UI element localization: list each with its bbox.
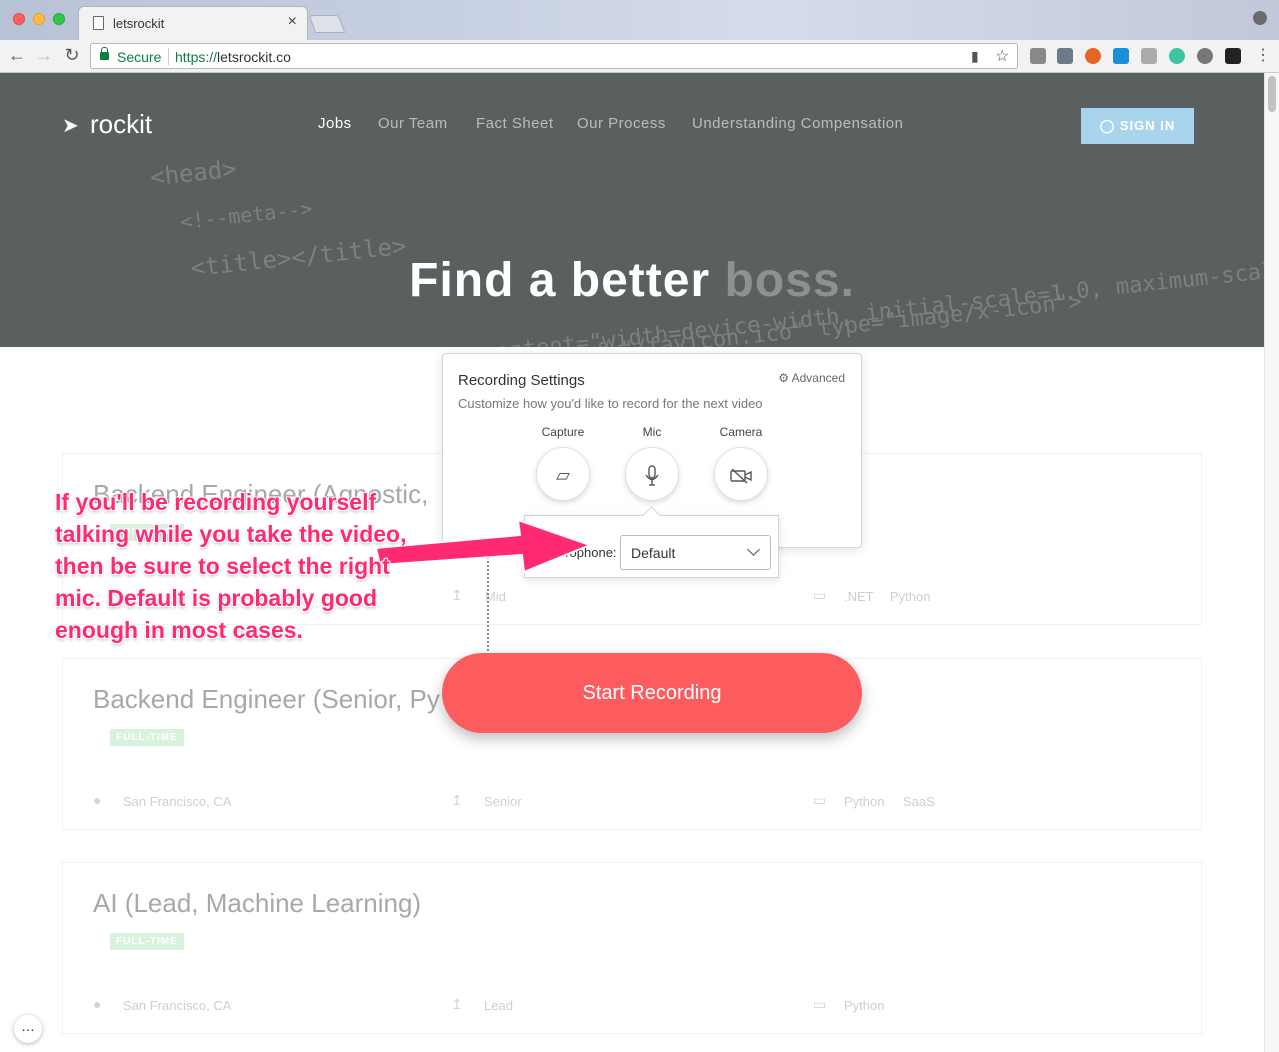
scrollbar-thumb[interactable]	[1268, 76, 1276, 112]
ellipsis-icon: …	[21, 1018, 35, 1034]
annotation-callout: If you'll be recording yourself talking …	[55, 489, 407, 643]
chat-launcher-button[interactable]: …	[14, 1015, 42, 1043]
page-scrollbar[interactable]	[1264, 73, 1279, 1052]
